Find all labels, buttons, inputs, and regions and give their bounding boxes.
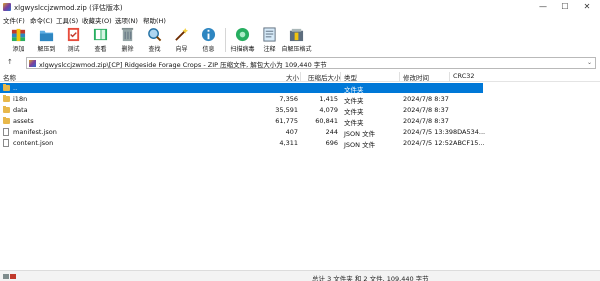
info-button[interactable]: 信息: [195, 26, 222, 55]
table-row[interactable]: assets 61,775 60,841 文件夹 2024/7/8 8:37: [0, 116, 600, 127]
row-crc: 8DA534...: [453, 128, 486, 136]
row-packed: 60,841: [315, 117, 338, 125]
row-type: JSON 文件: [344, 130, 376, 138]
test-icon: [67, 27, 80, 42]
menu-tools[interactable]: 工具(S): [56, 15, 78, 25]
minimize-button[interactable]: —: [532, 0, 554, 14]
row-modified: 2024/7/5 12:52: [403, 139, 453, 147]
menu-bar: 文件(F) 命令(C) 工具(S) 收藏夹(O) 选项(N) 帮助(H): [0, 14, 600, 25]
path-field[interactable]: xlgwyslccjzwmod.zip\[CP] Ridgeside Forag…: [26, 57, 596, 69]
chevron-down-icon[interactable]: ⌄: [587, 59, 592, 66]
winrar-window: xlgwyslccjzwmod.zip (评估版本) — ☐ ✕ 文件(F) 命…: [0, 0, 600, 281]
table-row[interactable]: content.json 4,311 696 JSON 文件 2024/7/5 …: [0, 138, 600, 149]
close-button[interactable]: ✕: [576, 0, 598, 14]
row-name: i18n: [13, 95, 28, 103]
row-type: 文件夹: [344, 97, 364, 105]
row-modified: 2024/7/5 13:39: [403, 128, 453, 136]
row-type: 文件夹: [344, 86, 364, 94]
maximize-button[interactable]: ☐: [554, 0, 576, 14]
menu-favorites[interactable]: 收藏夹(O): [82, 15, 112, 25]
row-packed: 1,415: [319, 95, 338, 103]
json-file-icon: [3, 128, 9, 136]
add-archive-icon: [11, 28, 26, 42]
menu-options[interactable]: 选项(N): [115, 15, 138, 25]
row-size: 4,311: [279, 139, 298, 147]
column-size[interactable]: 大小: [286, 72, 299, 82]
row-packed: 4,079: [319, 106, 338, 114]
status-text: 总计 3 文件夹 和 2 文件, 109,440 字节: [312, 275, 429, 281]
wand-icon: [175, 27, 189, 41]
winrar-app-icon: [3, 3, 11, 11]
row-name: assets: [13, 117, 34, 125]
row-size: 35,591: [275, 106, 298, 114]
menu-help[interactable]: 帮助(H): [143, 15, 166, 25]
row-modified: 2024/7/8 8:37: [403, 117, 449, 125]
info-icon: [201, 27, 216, 42]
menu-file[interactable]: 文件(F): [3, 15, 25, 25]
row-type: JSON 文件: [344, 141, 376, 149]
address-bar: ↑ xlgwyslccjzwmod.zip\[CP] Ridgeside For…: [0, 57, 600, 69]
comment-icon: [263, 27, 276, 42]
column-type[interactable]: 类型: [344, 72, 357, 82]
column-divider: [340, 72, 341, 81]
title-bar: xlgwyslccjzwmod.zip (评估版本) — ☐ ✕: [0, 0, 600, 14]
row-size: 407: [285, 128, 298, 136]
column-modified[interactable]: 修改时间: [403, 72, 429, 82]
row-size: 61,775: [275, 117, 298, 125]
list-header: 名称 大小 压缩后大小 类型 修改时间 CRC32: [0, 71, 600, 82]
folder-icon: [3, 84, 10, 91]
path-text: xlgwyslccjzwmod.zip\[CP] Ridgeside Forag…: [39, 61, 327, 69]
toolbar: 添加 解压到 测试 查看 删除 查找 向导 信息 扫描病毒 注释 自解压格式: [0, 25, 600, 56]
row-packed: 696: [325, 139, 338, 147]
folder-icon: [3, 117, 10, 124]
row-size: 7,356: [279, 95, 298, 103]
virus-scan-icon: [235, 27, 250, 42]
row-name: manifest.json: [13, 128, 57, 136]
row-crc: ABCF15...: [453, 139, 485, 147]
table-row[interactable]: .. 文件夹: [0, 83, 483, 94]
table-row[interactable]: i18n 7,356 1,415 文件夹 2024/7/8 8:37: [0, 94, 600, 105]
column-crc[interactable]: CRC32: [453, 72, 475, 80]
trash-icon: [121, 27, 134, 42]
menu-commands[interactable]: 命令(C): [30, 15, 53, 25]
folder-icon: [3, 95, 10, 102]
row-name: data: [13, 106, 28, 114]
sfx-button[interactable]: 自解压格式: [281, 26, 312, 55]
status-bar: 总计 3 文件夹 和 2 文件, 109,440 字节: [0, 270, 600, 281]
magnifier-icon: [148, 28, 162, 42]
folder-icon: [3, 106, 10, 113]
drive-status-icon: [3, 274, 16, 279]
row-name: content.json: [13, 139, 54, 147]
view-book-icon: [93, 28, 108, 41]
column-packed[interactable]: 压缩后大小: [308, 72, 341, 82]
row-modified: 2024/7/8 8:37: [403, 106, 449, 114]
sfx-archive-icon: [289, 28, 304, 42]
row-type: 文件夹: [344, 108, 364, 116]
table-row[interactable]: manifest.json 407 244 JSON 文件 2024/7/5 1…: [0, 127, 600, 138]
table-row[interactable]: data 35,591 4,079 文件夹 2024/7/8 8:37: [0, 105, 600, 116]
column-name[interactable]: 名称: [3, 72, 16, 82]
row-name: ..: [13, 84, 18, 92]
column-divider: [399, 72, 400, 81]
json-file-icon: [3, 139, 9, 147]
row-packed: 244: [325, 128, 338, 136]
row-modified: 2024/7/8 8:37: [403, 95, 449, 103]
archive-icon: [29, 60, 36, 67]
window-title: xlgwyslccjzwmod.zip (评估版本): [14, 4, 123, 12]
column-divider: [449, 72, 450, 81]
extract-folder-icon: [39, 30, 54, 42]
sfx-label: 自解压格式: [281, 46, 312, 53]
up-arrow-icon[interactable]: ↑: [7, 58, 13, 66]
column-divider: [300, 72, 301, 81]
row-type: 文件夹: [344, 119, 364, 127]
